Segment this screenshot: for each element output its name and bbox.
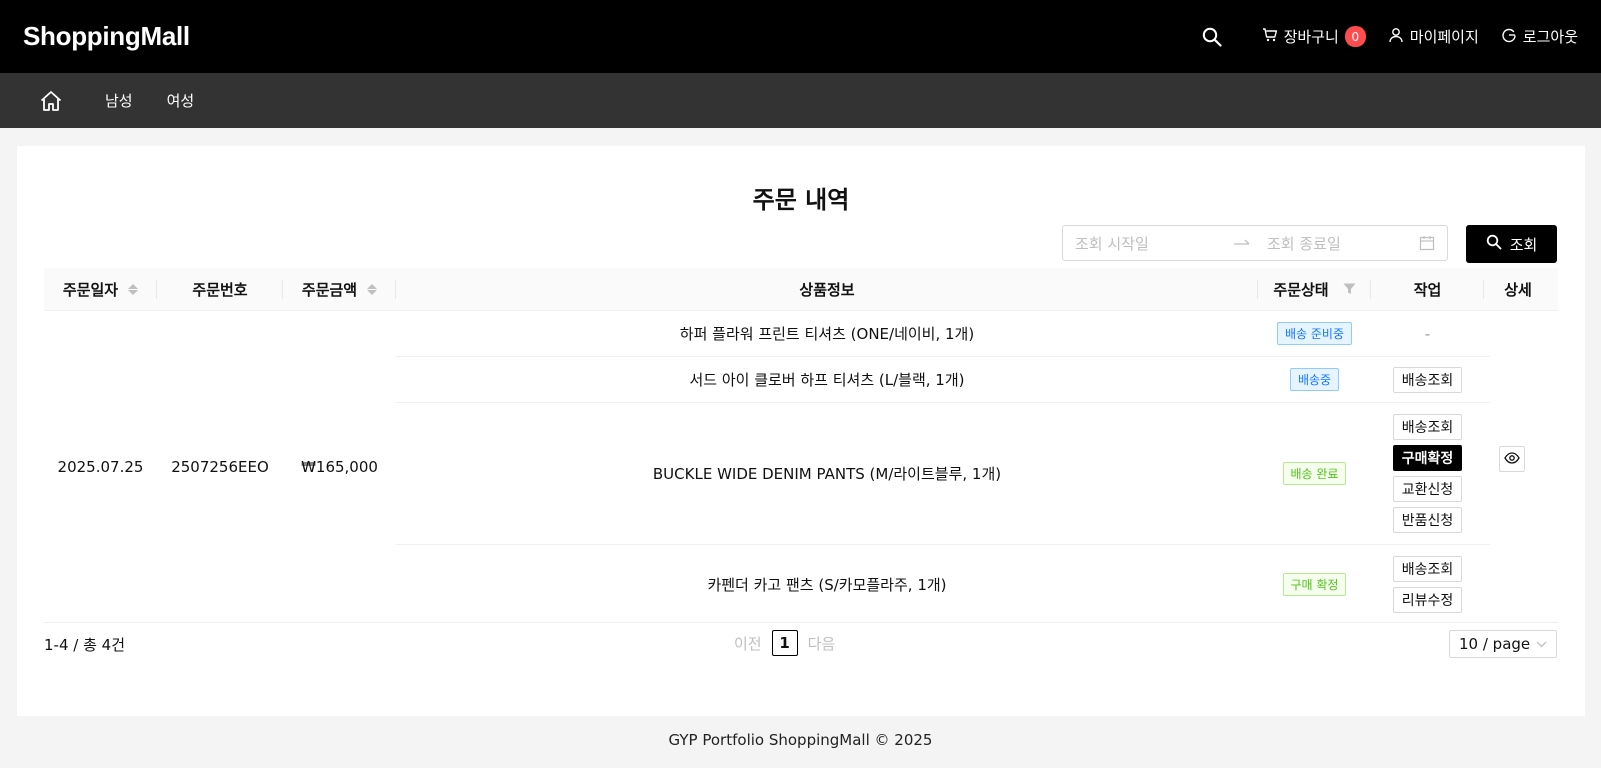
- sort-icon[interactable]: [367, 283, 378, 295]
- date-range-picker[interactable]: 조회 시작일 조회 종료일: [1062, 225, 1448, 261]
- column-label: 상품정보: [799, 280, 855, 299]
- table-body: 2025.07.25 2507256EEO ₩165,000 하퍼 플라워 프린…: [44, 311, 1558, 623]
- exchange-request-button[interactable]: 교환신청: [1392, 476, 1463, 502]
- column-order-number: 주문번호: [157, 268, 283, 310]
- product-info: 서드 아이 클로버 하프 티셔츠 (L/블랙, 1개): [689, 371, 965, 389]
- column-label: 주문상태: [1273, 280, 1329, 299]
- cart-label: 장바구니: [1283, 28, 1339, 46]
- cart-icon: [1262, 27, 1278, 47]
- table-header: 주문일자 주문번호 주문금액 상품정보 주문상태 작업 상세: [44, 268, 1558, 311]
- status-badge: 구매 확정: [1282, 572, 1347, 596]
- track-delivery-button[interactable]: 배송조회: [1392, 366, 1463, 393]
- pagination: 이전 1 다음: [734, 630, 835, 656]
- column-order-status: 주문상태: [1258, 268, 1371, 310]
- date-start-input[interactable]: 조회 시작일: [1075, 233, 1227, 254]
- status-badge: 배송중: [1289, 368, 1340, 391]
- user-icon: [1388, 27, 1404, 47]
- no-action-text: -: [1424, 324, 1431, 343]
- chevron-down-icon: [1536, 641, 1547, 648]
- order-table: 주문일자 주문번호 주문금액 상품정보 주문상태 작업 상세 2025.07.2…: [44, 268, 1558, 623]
- logout-link[interactable]: 로그아웃: [1501, 26, 1578, 47]
- home-icon[interactable]: [39, 89, 63, 113]
- date-end-input[interactable]: 조회 종료일: [1267, 233, 1419, 254]
- order-date-cell: 2025.07.25: [57, 458, 144, 476]
- page-size-value: 10 / page: [1459, 635, 1531, 653]
- logout-icon: [1501, 27, 1517, 47]
- nav-item-men[interactable]: 남성: [105, 90, 133, 111]
- category-nav: 남성 여성: [0, 73, 1601, 128]
- return-request-button[interactable]: 반품신청: [1392, 507, 1463, 533]
- sort-icon[interactable]: [128, 283, 139, 295]
- nav-item-women[interactable]: 여성: [167, 90, 195, 111]
- order-amount-cell: ₩165,000: [301, 458, 378, 476]
- page-size-select[interactable]: 10 / page: [1449, 630, 1557, 658]
- mypage-label: 마이페이지: [1409, 28, 1479, 46]
- table-row: 카펜더 카고 팬츠 (S/카모플라주, 1개) 구매 확정 배송조회 리뷰수정: [396, 545, 1490, 623]
- product-info: 하퍼 플라워 프린트 티셔츠 (ONE/네이비, 1개): [679, 325, 975, 343]
- search-icon[interactable]: [1202, 27, 1222, 47]
- order-number-cell: 2507256EEO: [171, 458, 269, 476]
- column-product-info: 상품정보: [396, 268, 1258, 310]
- column-detail: 상세: [1484, 268, 1552, 310]
- table-row: 서드 아이 클로버 하프 티셔츠 (L/블랙, 1개) 배송중 배송조회: [396, 357, 1490, 403]
- column-label: 주문번호: [192, 280, 248, 299]
- calendar-icon: [1419, 235, 1435, 251]
- query-button[interactable]: 조회: [1466, 225, 1557, 263]
- result-summary: 1-4 / 총 4건: [44, 636, 126, 654]
- mypage-link[interactable]: 마이페이지: [1388, 26, 1479, 47]
- header-actions: 장바구니 0 마이페이지 로그아웃: [1202, 26, 1578, 47]
- next-page-button[interactable]: 다음: [808, 633, 836, 654]
- page-number-current[interactable]: 1: [771, 630, 798, 656]
- cart-link[interactable]: 장바구니 0: [1262, 26, 1366, 47]
- top-header: ShoppingMall 장바구니 0 마이페이지 로그아웃: [0, 0, 1601, 73]
- query-button-label: 조회: [1509, 235, 1538, 254]
- product-info: 카펜더 카고 팬츠 (S/카모플라주, 1개): [707, 575, 947, 594]
- status-badge: 배송 완료: [1282, 462, 1347, 485]
- column-label: 상세: [1504, 280, 1532, 299]
- track-delivery-button[interactable]: 배송조회: [1392, 414, 1463, 440]
- product-info: BUCKLE WIDE DENIM PANTS (M/라이트블루, 1개): [652, 465, 1002, 483]
- confirm-purchase-button[interactable]: 구매확정: [1392, 445, 1463, 471]
- site-footer: GYP Portfolio ShoppingMall © 2025: [668, 731, 933, 749]
- page-title: 주문 내역: [752, 186, 850, 214]
- search-icon: [1486, 234, 1502, 254]
- arrow-right-icon: [1233, 238, 1251, 248]
- column-order-amount[interactable]: 주문금액: [283, 268, 396, 310]
- logout-label: 로그아웃: [1522, 28, 1578, 46]
- filter-icon[interactable]: [1343, 283, 1356, 295]
- prev-page-button[interactable]: 이전: [734, 633, 762, 654]
- view-detail-button[interactable]: [1499, 446, 1525, 472]
- table-row: BUCKLE WIDE DENIM PANTS (M/라이트블루, 1개) 배송…: [396, 403, 1490, 545]
- column-label: 주문금액: [301, 280, 358, 299]
- column-label: 주문일자: [62, 280, 119, 299]
- site-logo[interactable]: ShoppingMall: [23, 21, 190, 52]
- table-row: 하퍼 플라워 프린트 티셔츠 (ONE/네이비, 1개) 배송 준비중 -: [396, 311, 1490, 357]
- column-order-date[interactable]: 주문일자: [44, 268, 157, 310]
- edit-review-button[interactable]: 리뷰수정: [1392, 586, 1463, 613]
- cart-count-badge: 0: [1344, 26, 1366, 47]
- column-label: 작업: [1413, 280, 1442, 299]
- status-badge: 배송 준비중: [1276, 322, 1352, 345]
- column-actions: 작업: [1371, 268, 1484, 310]
- order-history-card: 주문 내역 조회 시작일 조회 종료일 조회 주문일자 주문번호 주문금액 상품…: [17, 146, 1585, 716]
- eye-icon: [1504, 450, 1520, 468]
- track-delivery-button[interactable]: 배송조회: [1392, 555, 1463, 582]
